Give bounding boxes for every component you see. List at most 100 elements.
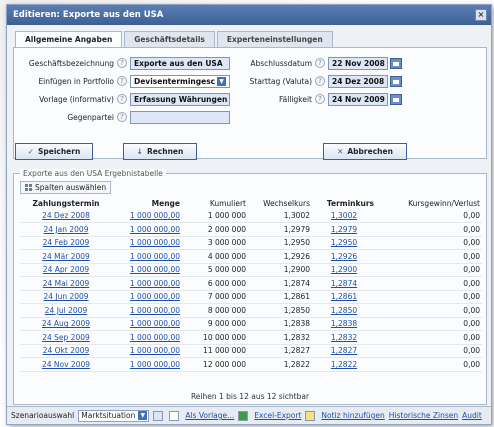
- historische-zinsen-link[interactable]: Historische Zinsen: [389, 411, 458, 420]
- cancel-button[interactable]: ✕ Abbrechen: [323, 143, 407, 160]
- cell-menge[interactable]: 1 000 000,00: [112, 290, 182, 304]
- faelligkeit-field[interactable]: 24 Nov 2009: [328, 92, 388, 106]
- cell-terminkurs[interactable]: 1,2822: [312, 357, 376, 372]
- table-row: 24 Jun 2009 1 000 000,00 7 000 000 1,2861 1,…: [20, 290, 482, 304]
- select-columns-button[interactable]: Spalten auswählen: [20, 181, 112, 194]
- cell-terminkurs[interactable]: 1,3002: [312, 209, 376, 223]
- cell-menge[interactable]: 1 000 000,00: [112, 276, 182, 291]
- cell-wechselkurs: 1,2850: [248, 303, 312, 318]
- row-abschlussdatum: Abschlussdatum ? 22 Nov 2008: [234, 56, 402, 70]
- cell-menge[interactable]: 1 000 000,00: [112, 249, 182, 264]
- cell-terminkurs[interactable]: 1,2926: [312, 249, 376, 264]
- col-kursgewinn[interactable]: Kursgewinn/Verlust: [376, 198, 482, 209]
- tab-allgemeine-angaben[interactable]: Allgemeine Angaben: [15, 31, 123, 48]
- cell-zahlungstermin[interactable]: 24 Aug 2009: [20, 317, 112, 331]
- cell-kursgewinn: 0,00: [376, 303, 482, 318]
- cell-menge[interactable]: 1 000 000,00: [112, 357, 182, 372]
- cell-kursgewinn: 0,00: [376, 330, 482, 345]
- portfolio-select[interactable]: Devisentermingesc ▼: [130, 74, 230, 88]
- cell-zahlungstermin[interactable]: 24 Apr 2009: [20, 263, 112, 277]
- help-icon[interactable]: ?: [117, 112, 127, 122]
- x-icon: ✕: [337, 147, 344, 156]
- vorlage-field[interactable]: Erfassung Währungen: [130, 92, 230, 106]
- chevron-down-icon[interactable]: ▼: [217, 76, 226, 86]
- calendar-icon[interactable]: [390, 75, 402, 87]
- cell-wechselkurs: 1,2827: [248, 344, 312, 358]
- cell-kumuliert: 10 000 000: [182, 330, 248, 345]
- help-icon[interactable]: ?: [117, 76, 127, 86]
- tab-experteneinstellungen[interactable]: Experteneinstellungen: [216, 31, 333, 47]
- col-terminkurs[interactable]: Terminkurs: [312, 198, 376, 209]
- cell-zahlungstermin[interactable]: 24 Mai 2009: [20, 276, 112, 291]
- vorlage-label: Vorlage (informativ): [39, 94, 114, 104]
- edit-dialog: Editieren: Exporte aus den USA × Allgeme…: [6, 4, 492, 425]
- cell-menge[interactable]: 1 000 000,00: [112, 236, 182, 250]
- cell-menge[interactable]: 1 000 000,00: [112, 209, 182, 223]
- note-icon: [305, 410, 316, 421]
- cell-terminkurs[interactable]: 1,2979: [312, 222, 376, 237]
- cell-terminkurs[interactable]: 1,2950: [312, 236, 376, 250]
- cell-zahlungstermin[interactable]: 24 Jun 2009: [20, 290, 112, 304]
- save-button[interactable]: ✓ Speichern: [15, 143, 93, 160]
- close-icon[interactable]: ×: [475, 9, 487, 21]
- cell-terminkurs[interactable]: 1,2850: [312, 303, 376, 318]
- cell-menge[interactable]: 1 000 000,00: [112, 303, 182, 318]
- cell-kumuliert: 12 000 000: [182, 357, 248, 372]
- dialog-titlebar[interactable]: Editieren: Exporte aus den USA ×: [7, 5, 491, 25]
- tab-geschaeftsdetails[interactable]: Geschäftsdetails: [124, 31, 215, 47]
- abschlussdatum-field[interactable]: 22 Nov 2008: [328, 56, 388, 70]
- calculate-button[interactable]: ↓ Rechnen: [123, 143, 197, 160]
- geschaeftsbezeichnung-field[interactable]: Exporte aus den USA: [130, 56, 230, 70]
- help-icon[interactable]: ?: [315, 76, 325, 86]
- gegenpartei-field[interactable]: [130, 110, 230, 124]
- table-row: 24 Aug 2009 1 000 000,00 9 000 000 1,2838 1,…: [20, 317, 482, 331]
- dialog-title: Editieren: Exporte aus den USA: [13, 10, 164, 20]
- cancel-button-label: Abbrechen: [347, 147, 393, 156]
- starttag-field[interactable]: 24 Dez 2008: [328, 74, 388, 88]
- down-arrow-icon: ↓: [136, 147, 143, 156]
- cell-terminkurs[interactable]: 1,2874: [312, 276, 376, 291]
- cell-menge[interactable]: 1 000 000,00: [112, 317, 182, 331]
- calendar-icon[interactable]: [390, 93, 402, 105]
- cell-terminkurs[interactable]: 1,2838: [312, 317, 376, 331]
- cell-menge[interactable]: 1 000 000,00: [112, 222, 182, 237]
- cell-menge[interactable]: 1 000 000,00: [112, 344, 182, 358]
- cell-zahlungstermin[interactable]: 24 Mär 2009: [20, 249, 112, 264]
- cell-menge[interactable]: 1 000 000,00: [112, 263, 182, 277]
- cell-wechselkurs: 1,3002: [248, 209, 312, 223]
- cell-wechselkurs: 1,2900: [248, 263, 312, 277]
- cell-zahlungstermin[interactable]: 24 Feb 2009: [20, 236, 112, 250]
- cell-kursgewinn: 0,00: [376, 263, 482, 277]
- dialog-body: Allgemeine Angaben Geschäftsdetails Expe…: [7, 25, 491, 424]
- col-kumuliert[interactable]: Kumuliert: [182, 198, 248, 209]
- col-zahlungstermin[interactable]: Zahlungstermin: [20, 198, 112, 209]
- cell-terminkurs[interactable]: 1,2827: [312, 344, 376, 358]
- help-icon[interactable]: ?: [315, 58, 325, 68]
- als-vorlage-link[interactable]: Als Vorlage...: [185, 411, 234, 420]
- excel-export-link[interactable]: Excel-Export: [254, 411, 301, 420]
- help-icon[interactable]: ?: [117, 58, 127, 68]
- calendar-icon[interactable]: [390, 57, 402, 69]
- cell-terminkurs[interactable]: 1,2900: [312, 263, 376, 277]
- cell-zahlungstermin[interactable]: 24 Okt 2009: [20, 344, 112, 358]
- chart-icon[interactable]: [153, 410, 164, 421]
- cell-zahlungstermin[interactable]: 24 Jan 2009: [20, 222, 112, 237]
- help-icon[interactable]: ?: [117, 94, 127, 104]
- row-vorlage: Vorlage (informativ) ? Erfassung Währung…: [18, 92, 230, 106]
- cell-zahlungstermin[interactable]: 24 Sep 2009: [20, 330, 112, 345]
- help-icon[interactable]: ?: [315, 94, 325, 104]
- col-wechselkurs[interactable]: Wechselkurs: [248, 198, 312, 209]
- szenario-select[interactable]: Marktsituation ▼: [78, 409, 150, 422]
- cell-zahlungstermin[interactable]: 24 Nov 2009: [20, 357, 112, 372]
- excel-icon: [238, 410, 249, 421]
- row-count-note: Reihen 1 bis 12 aus 12 sichtbar: [190, 392, 310, 401]
- cell-terminkurs[interactable]: 1,2861: [312, 290, 376, 304]
- audit-link[interactable]: Audit: [462, 411, 482, 420]
- cell-zahlungstermin[interactable]: 24 Jul 2009: [20, 303, 112, 318]
- col-menge[interactable]: Menge: [112, 198, 182, 209]
- notiz-link[interactable]: Notiz hinzufügen: [321, 411, 384, 420]
- cell-zahlungstermin[interactable]: 24 Dez 2008: [20, 209, 112, 223]
- chevron-down-icon[interactable]: ▼: [138, 411, 148, 420]
- cell-menge[interactable]: 1 000 000,00: [112, 330, 182, 345]
- cell-terminkurs[interactable]: 1,2832: [312, 330, 376, 345]
